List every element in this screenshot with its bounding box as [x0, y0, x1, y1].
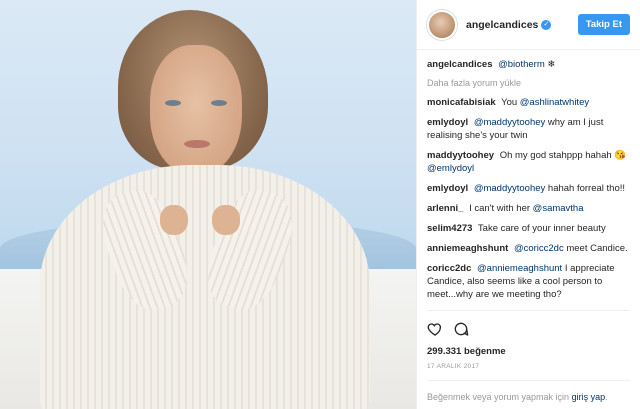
- comment-mention[interactable]: @ashlinatwhitey: [520, 97, 589, 108]
- avatar[interactable]: [427, 9, 457, 40]
- post-sidebar: angelcandices ✓ Takip Et angelcandices @…: [416, 0, 640, 409]
- comment-row: coricc2dc @anniemeaghshunt I appreciate …: [427, 262, 630, 301]
- load-more-comments[interactable]: Daha fazla yorum yükle: [427, 78, 630, 88]
- comment-username[interactable]: selim4273: [427, 223, 472, 234]
- instagram-post: angelcandices ✓ Takip Et angelcandices @…: [0, 0, 640, 409]
- header-username[interactable]: angelcandices: [466, 19, 538, 31]
- comment-mention[interactable]: @maddyytoohey: [474, 117, 545, 128]
- comment-mention[interactable]: @anniemeaghshunt: [477, 263, 562, 274]
- post-header: angelcandices ✓ Takip Et: [417, 0, 640, 50]
- caption: angelcandices @biotherm ❄: [427, 58, 630, 71]
- comment-text: meet Candice.: [566, 243, 628, 254]
- comment-text: I can't with her: [469, 203, 531, 214]
- comment-text: hahah forreal tho!!: [547, 183, 626, 194]
- post-date: 17 ARALIK 2017: [427, 363, 480, 370]
- snowflake-emoji: ❄: [547, 59, 556, 70]
- comment-username[interactable]: arlenni_: [427, 203, 463, 214]
- comments-list: angelcandices @biotherm ❄ Daha fazla yor…: [417, 50, 640, 310]
- comment-mention[interactable]: @samavtha: [533, 203, 584, 214]
- caption-mention[interactable]: @biotherm: [498, 59, 545, 70]
- comment-username[interactable]: maddyytoohey: [427, 150, 494, 161]
- right-hand: [212, 205, 240, 235]
- comment-mention[interactable]: @emlydoyl: [427, 163, 474, 174]
- comment-username[interactable]: monicafabisiak: [427, 97, 496, 108]
- login-prompt-text: Beğenmek veya yorum yapmak için: [427, 392, 570, 402]
- comment-row: anniemeaghshunt @coricc2dc meet Candice.: [427, 242, 630, 255]
- left-hand: [160, 205, 188, 235]
- comment-mention[interactable]: @maddyytoohey: [474, 183, 545, 194]
- follow-button[interactable]: Takip Et: [577, 14, 630, 35]
- post-photo[interactable]: [0, 0, 416, 409]
- comment-text: Take care of your inner beauty: [477, 223, 606, 234]
- post-actions: [427, 310, 630, 340]
- left-eye: [165, 100, 181, 106]
- comment-text: You: [501, 97, 518, 108]
- comment-row: arlenni_ I can't with her @samavtha: [427, 202, 630, 215]
- face: [150, 45, 242, 175]
- comment-username[interactable]: emlydoyl: [427, 117, 468, 128]
- comment-row: selim4273 Take care of your inner beauty: [427, 222, 630, 235]
- likes-count[interactable]: 299.331 beğenme: [427, 346, 630, 357]
- login-prompt: Beğenmek veya yorum yapmak için giriş ya…: [427, 380, 630, 409]
- comment-username[interactable]: emlydoyl: [427, 183, 468, 194]
- verified-badge-icon: ✓: [541, 19, 552, 30]
- heart-icon[interactable]: [427, 321, 443, 340]
- login-link[interactable]: giriş yap: [572, 392, 606, 402]
- comment-row: maddyytoohey Oh my god stahppp hahah 😘 @…: [427, 149, 630, 175]
- comment-mention[interactable]: @coricc2dc: [514, 243, 564, 254]
- comment-row: emlydoyl @maddyytoohey hahah forreal tho…: [427, 182, 630, 195]
- right-eye: [211, 100, 227, 106]
- white-sweater: [40, 165, 370, 409]
- lips: [184, 140, 210, 148]
- login-suffix: .: [605, 392, 608, 402]
- comment-username[interactable]: coricc2dc: [427, 263, 471, 274]
- comment-username[interactable]: anniemeaghshunt: [427, 243, 508, 254]
- caption-username[interactable]: angelcandices: [427, 59, 492, 70]
- comment-text: Oh my god stahppp hahah 😘: [499, 150, 627, 161]
- comment-row: emlydoyl @maddyytoohey why am I just rea…: [427, 116, 630, 142]
- comment-row: monicafabisiak You @ashlinatwhitey: [427, 96, 630, 109]
- comment-icon[interactable]: [453, 321, 469, 340]
